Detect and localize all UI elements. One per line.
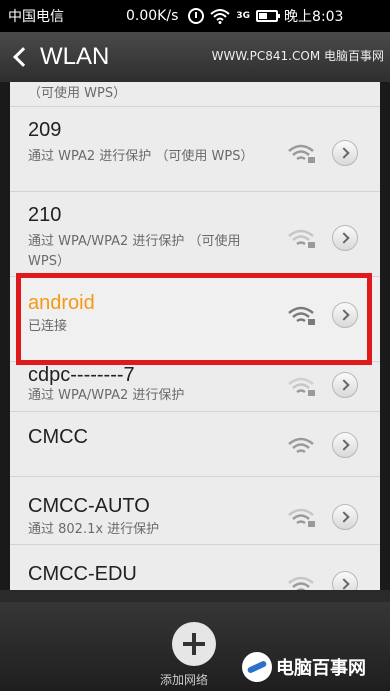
- wifi-ssid: CMCC: [28, 426, 88, 448]
- wifi-ssid: cdpc--------7: [28, 364, 135, 386]
- wifi-detail-button[interactable]: [332, 504, 358, 530]
- wifi-ssid: 209: [28, 119, 62, 141]
- site-watermark: WWW.PC841.COM 电脑百事网: [211, 49, 384, 63]
- wifi-security: 通过 WPA/WPA2 进行保护: [28, 388, 185, 403]
- logo-text: 电脑百事网: [276, 658, 366, 679]
- wifi-security: 通过 802.1x 进行保护: [28, 522, 160, 537]
- wifi-ssid: 210: [28, 204, 62, 226]
- wifi-list-item[interactable]: （可使用 WPS）: [10, 82, 380, 107]
- wifi-detail-button[interactable]: [332, 432, 358, 458]
- wifi-list-item[interactable]: CMCC: [10, 412, 380, 477]
- wifi-ssid: CMCC-AUTO: [28, 495, 150, 517]
- wifi-list-item[interactable]: 210 通过 WPA/WPA2 进行保护 （可使用 WPS）: [10, 192, 380, 277]
- wifi-signal-lock-icon: [288, 377, 315, 396]
- carrier-name: 中国电信: [8, 9, 64, 25]
- wifi-security: （可使用 WPS）: [28, 86, 127, 101]
- connected-network-highlight: [16, 273, 372, 365]
- wifi-security: 通过 WPA/WPA2 进行保护 （可使用 WPS）: [28, 234, 241, 269]
- wifi-list-item[interactable]: cdpc--------7 通过 WPA/WPA2 进行保护: [10, 362, 380, 412]
- status-bar: 中国电信 0.00K/s 3G 晚上8:03: [0, 0, 390, 32]
- network-speed: 0.00K/s: [126, 8, 179, 24]
- wifi-ssid: CMCC-EDU: [28, 563, 137, 585]
- status-icons: 3G: [188, 8, 281, 24]
- title-bar: WLAN WWW.PC841.COM 电脑百事网: [0, 32, 390, 82]
- logo-icon: [242, 652, 272, 682]
- wifi-signal-lock-icon: [288, 229, 315, 248]
- mobile-signal-icon: 3G: [236, 10, 251, 21]
- wifi-signal-lock-icon: [288, 508, 315, 527]
- wifi-detail-button[interactable]: [332, 140, 358, 166]
- back-icon[interactable]: [0, 32, 40, 82]
- wifi-list-item[interactable]: 209 通过 WPA2 进行保护 （可使用 WPS）: [10, 107, 380, 192]
- battery-icon: [256, 10, 281, 22]
- wifi-security: 通过 WPA2 进行保护 （可使用 WPS）: [28, 149, 254, 164]
- wifi-status-icon: [210, 9, 231, 24]
- wifi-detail-button[interactable]: [332, 225, 358, 251]
- wifi-list-item[interactable]: CMCC-AUTO 通过 802.1x 进行保护: [10, 477, 380, 545]
- wifi-signal-lock-icon: [288, 144, 315, 163]
- wifi-signal-icon: [288, 437, 314, 454]
- page-title: WLAN: [40, 43, 110, 70]
- add-network-button[interactable]: [172, 622, 216, 666]
- wifi-detail-button[interactable]: [332, 372, 358, 398]
- clock: 晚上8:03: [284, 9, 344, 25]
- alarm-icon: [188, 8, 205, 24]
- site-logo: 电脑百事网: [242, 652, 366, 682]
- add-network-label: 添加网络: [160, 673, 209, 687]
